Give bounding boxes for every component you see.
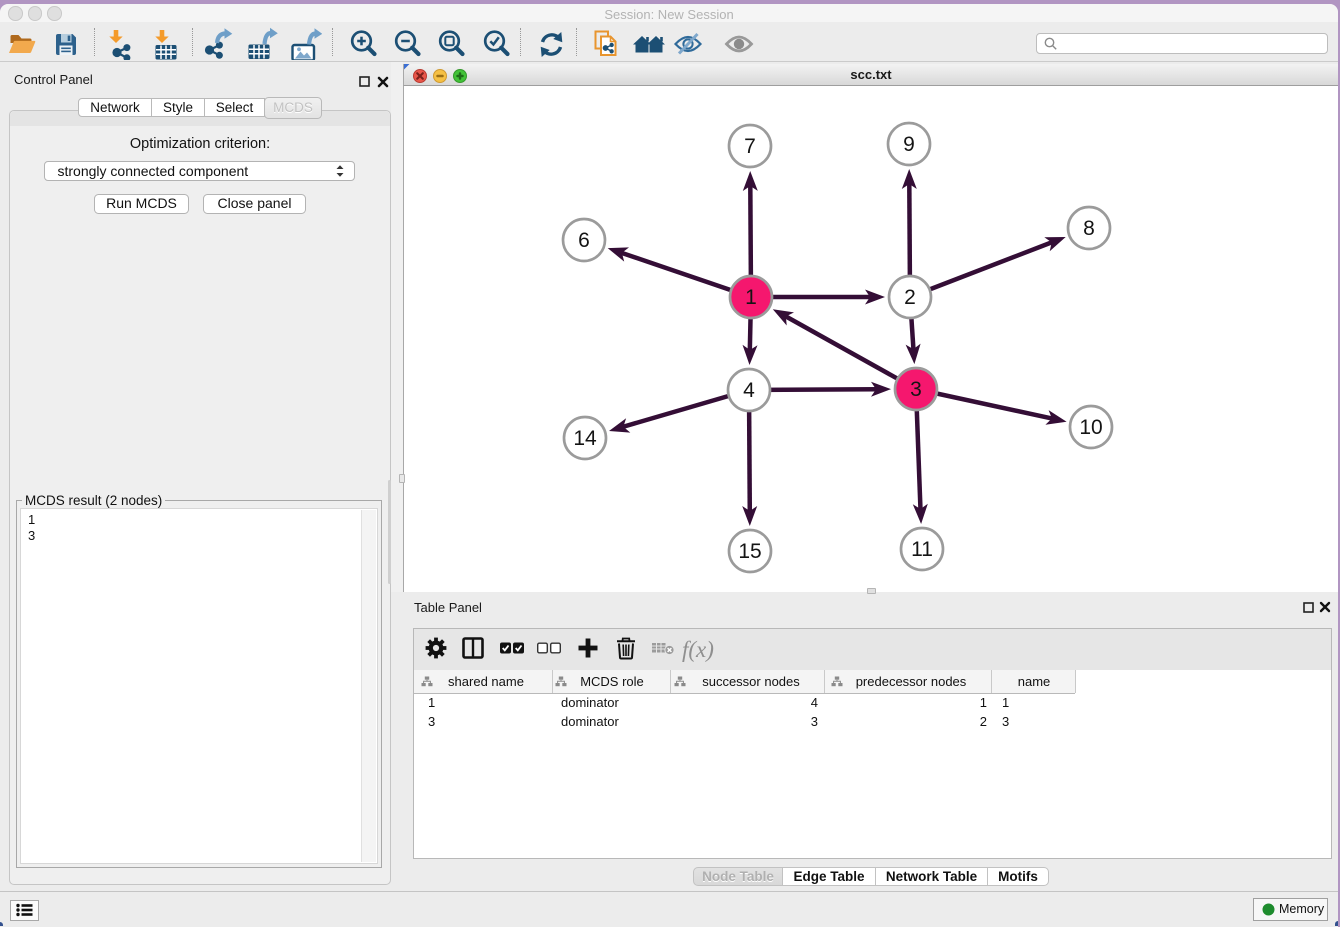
svg-text:3: 3	[910, 378, 922, 401]
svg-text:9: 9	[903, 133, 915, 156]
svg-text:f(x): f(x)	[682, 637, 714, 662]
svg-text:10: 10	[1079, 416, 1102, 439]
svg-text:15: 15	[738, 540, 761, 563]
svg-text:7: 7	[744, 135, 756, 158]
svg-text:6: 6	[578, 229, 590, 252]
svg-text:14: 14	[573, 427, 597, 450]
svg-text:11: 11	[911, 538, 933, 561]
svg-text:4: 4	[743, 379, 755, 402]
svg-text:1: 1	[745, 286, 757, 309]
svg-text:2: 2	[904, 286, 916, 309]
svg-text:8: 8	[1083, 217, 1095, 240]
